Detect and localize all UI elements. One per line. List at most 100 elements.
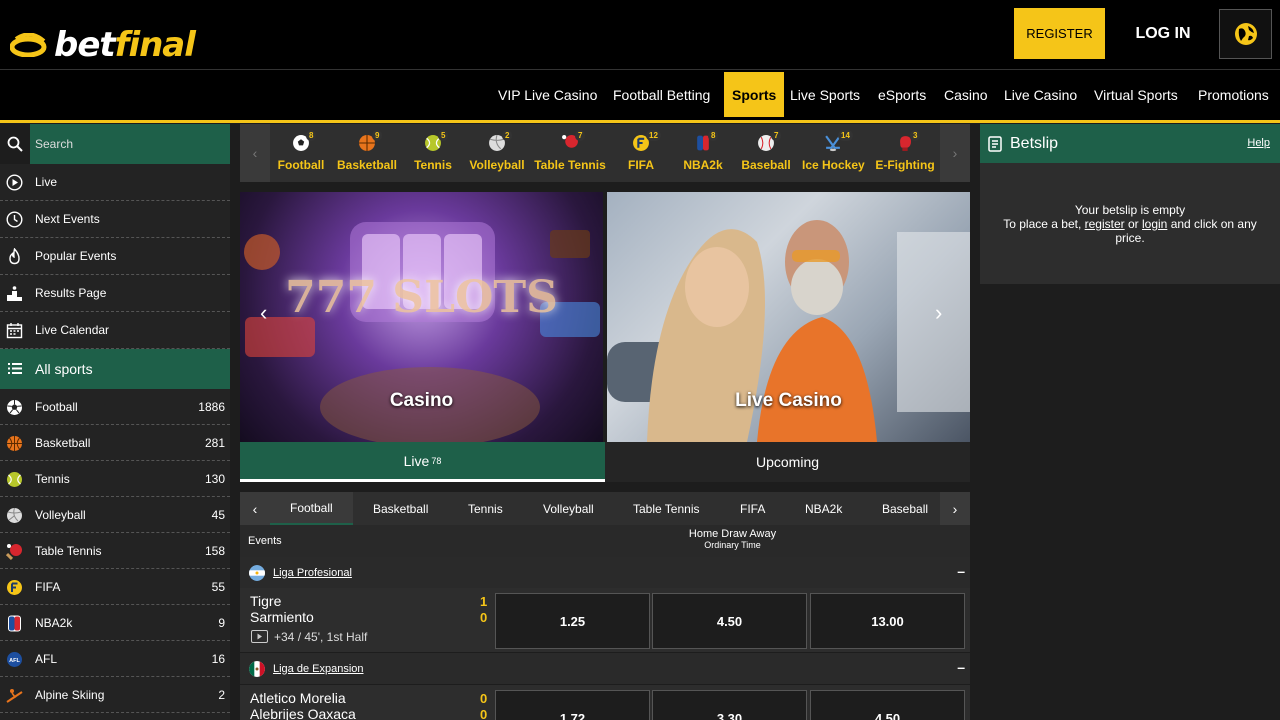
register-button[interactable]: REGISTER [1014, 8, 1105, 59]
sidebar-sport-volleyball[interactable]: Volleyball 45 [0, 497, 230, 533]
sidebar-sport-count: 2 [218, 687, 225, 702]
betfinal-logo[interactable]: betfinal [10, 28, 196, 62]
sidebar-sport-nba2k[interactable]: NBA2k 9 [0, 605, 230, 641]
sidebar-item-label: Live [35, 175, 58, 189]
sidebar-sport-label: Football [35, 399, 78, 414]
sidebar-item-results-page[interactable]: Results Page [0, 275, 230, 312]
login-link[interactable]: login [1142, 217, 1167, 231]
sport-tab-basketball[interactable]: Basketball [373, 492, 428, 525]
match-row: Tigre Sarmiento 1 0 +34 / 45', 1st Half … [240, 588, 970, 652]
clock-icon [6, 211, 23, 228]
sidebar-item-live-calendar[interactable]: Live Calendar [0, 312, 230, 349]
sidebar-sport-label: Table Tennis [35, 543, 102, 558]
odds-away[interactable]: 4.50 [810, 690, 965, 720]
carousel-sport-fifa[interactable]: 12 FIFA [626, 124, 661, 182]
nav-esports[interactable]: eSports [878, 72, 926, 117]
odds-home[interactable]: 1.25 [495, 593, 650, 649]
banner-prev-arrow[interactable]: ‹ [260, 300, 267, 326]
all-sports-header[interactable]: All sports [0, 349, 230, 389]
carousel-sport-label: Ice Hockey [802, 158, 865, 172]
market-header: Home Draw Away Ordinary Time [670, 529, 795, 551]
sidebar-search [0, 124, 230, 164]
sport-count-badge: 7 [575, 130, 586, 141]
live-casino-banner[interactable]: Live Casino [607, 192, 970, 442]
sidebar-sport-count: 130 [204, 471, 225, 486]
tab-upcoming[interactable]: Upcoming [605, 442, 970, 482]
nav-sports[interactable]: Sports [724, 72, 785, 117]
away-score: 0 [480, 707, 488, 720]
sport-tab-football[interactable]: Football [270, 492, 353, 525]
betslip-panel: Betslip Help Your betslip is empty To pl… [980, 124, 1280, 284]
language-button[interactable] [1219, 9, 1272, 59]
sport-tab-baseball[interactable]: Baseball [882, 492, 940, 525]
league-name[interactable]: Liga de Expansion [273, 663, 364, 675]
carousel-sport-football[interactable]: 8 Football [276, 124, 326, 182]
sidebar-sport-basketball[interactable]: Basketball 281 [0, 425, 230, 461]
betslip-empty-message: Your betslip is empty To place a bet, re… [980, 163, 1280, 245]
sidebar-item-label: Next Events [35, 212, 100, 226]
sidebar-sport-afl[interactable]: AFL AFL 16 [0, 641, 230, 677]
carousel-sport-ice-hockey[interactable]: 14 Ice Hockey [802, 124, 865, 182]
sidebar-sport-football[interactable]: Football 1886 [0, 389, 230, 425]
sidebar-item-popular-events[interactable]: Popular Events [0, 238, 230, 275]
nav-live-casino[interactable]: Live Casino [1004, 72, 1077, 117]
sidebar-sport-alpine-skiing[interactable]: Alpine Skiing 2 [0, 677, 230, 713]
nav-live-sports[interactable]: Live Sports [790, 72, 860, 117]
nav-football-betting[interactable]: Football Betting [613, 72, 710, 117]
carousel-sport-baseball[interactable]: 7 Baseball [740, 124, 792, 182]
nav-vip-live-casino[interactable]: VIP Live Casino [498, 72, 597, 117]
volleyball-icon [7, 507, 22, 523]
odds-home[interactable]: 1.72 [495, 690, 650, 720]
carousel-sport-label: FIFA [628, 158, 654, 172]
tab-live[interactable]: Live 78 [240, 442, 605, 482]
banner-next-arrow[interactable]: › [935, 300, 942, 326]
carousel-sport-table-tennis[interactable]: 7 Table Tennis [534, 124, 606, 182]
sidebar-sport-tennis[interactable]: Tennis 130 [0, 461, 230, 497]
nav-virtual-sports[interactable]: Virtual Sports [1094, 72, 1178, 117]
odds-draw[interactable]: 3.30 [652, 690, 807, 720]
league-header[interactable]: Liga de Expansion – [240, 653, 970, 684]
sport-count-badge: 8 [306, 130, 317, 141]
sidebar-sport-table-tennis[interactable]: Table Tennis 158 [0, 533, 230, 569]
league-header[interactable]: Liga Profesional – [240, 557, 970, 588]
sidebar-sport-fifa[interactable]: FIFA 55 [0, 569, 230, 605]
sidebar-item-live[interactable]: Live [0, 164, 230, 201]
league-name[interactable]: Liga Profesional [273, 567, 352, 579]
sport-count-badge: 7 [771, 130, 782, 141]
login-button[interactable]: LOG IN [1118, 8, 1208, 59]
skiing-icon [6, 689, 23, 703]
sport-tabs-next[interactable]: › [940, 492, 970, 525]
sport-tab-tennis[interactable]: Tennis [468, 492, 503, 525]
search-input[interactable] [35, 124, 215, 164]
collapse-toggle[interactable]: – [957, 563, 965, 579]
sidebar-item-next-events[interactable]: Next Events [0, 201, 230, 238]
sport-tab-table-tennis[interactable]: Table Tennis [633, 492, 700, 525]
play-circle-icon [6, 174, 23, 191]
search-icon[interactable] [0, 124, 30, 164]
sport-tab-nba2k[interactable]: NBA2k [805, 492, 842, 525]
mexico-flag-icon [249, 661, 265, 677]
odds-away[interactable]: 13.00 [810, 593, 965, 649]
carousel-sport-e-fighting[interactable]: 3 E-Fighting [874, 124, 936, 182]
carousel-sport-tennis[interactable]: 5 Tennis [412, 124, 454, 182]
betslip-help-link[interactable]: Help [1247, 137, 1270, 149]
carousel-sport-basketball[interactable]: 9 Basketball [336, 124, 398, 182]
sport-count-badge: 3 [910, 130, 921, 141]
odds-draw[interactable]: 4.50 [652, 593, 807, 649]
sport-carousel: ‹ 8 Football 9 Basketball 5 Tennis 2 Vol… [240, 124, 970, 182]
casino-banner[interactable]: 777 SLOTS Casino [240, 192, 603, 442]
carousel-sport-nba2k[interactable]: 8 NBA2k [682, 124, 724, 182]
sport-tabs-prev[interactable]: ‹ [240, 492, 270, 525]
sidebar-sport-label: AFL [35, 651, 58, 666]
carousel-next-button[interactable]: › [940, 124, 970, 182]
collapse-toggle[interactable]: – [957, 659, 965, 675]
carousel-sport-volleyball[interactable]: 2 Volleyball [468, 124, 526, 182]
live-video-icon[interactable] [251, 630, 268, 643]
nav-casino[interactable]: Casino [944, 72, 988, 117]
sport-tab-volleyball[interactable]: Volleyball [543, 492, 594, 525]
nav-promotions[interactable]: Promotions [1198, 72, 1269, 117]
carousel-prev-button[interactable]: ‹ [240, 124, 270, 182]
register-link[interactable]: register [1085, 217, 1125, 231]
betslip-title: Betslip [1010, 134, 1059, 152]
sport-tab-fifa[interactable]: FIFA [740, 492, 765, 525]
